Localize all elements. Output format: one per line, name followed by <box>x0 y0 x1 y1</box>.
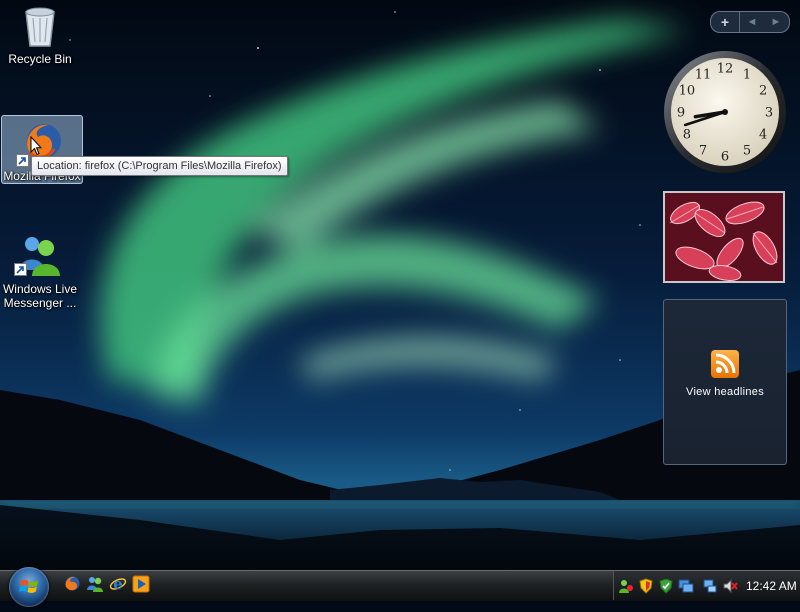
desktop-icon-label: Windows Live Messenger ... <box>2 282 78 310</box>
clock-numeral: 6 <box>721 150 729 165</box>
sidebar-controls: + ◄ ► <box>710 11 790 33</box>
clock-numeral: 11 <box>695 67 712 82</box>
clock-numeral: 8 <box>683 128 691 143</box>
messenger-status-icon[interactable] <box>618 578 634 594</box>
shortcut-arrow-icon <box>16 154 29 167</box>
start-button[interactable] <box>9 567 49 607</box>
quick-launch-internet-explorer-icon[interactable]: e <box>109 575 127 593</box>
quick-launch-messenger-icon[interactable] <box>86 575 104 593</box>
clock-numeral: 2 <box>759 84 767 99</box>
security-shield-icon[interactable] <box>638 577 654 594</box>
clock-numeral: 4 <box>759 128 767 143</box>
windows-live-messenger-icon <box>14 232 64 280</box>
quick-launch-firefox-icon[interactable] <box>63 575 81 593</box>
icon-location-tooltip: Location: firefox (C:\Program Files\Mozi… <box>31 156 288 176</box>
volume-muted-icon[interactable] <box>722 578 738 594</box>
quick-launch-toolbar: e <box>63 575 150 593</box>
windows-defender-icon[interactable] <box>658 577 674 594</box>
view-headlines-link[interactable]: View headlines <box>664 386 786 398</box>
clock-numeral: 12 <box>717 62 734 77</box>
rss-icon <box>711 350 739 378</box>
desktop-icon-recycle-bin[interactable]: Recycle Bin <box>0 2 80 66</box>
clock-numeral: 7 <box>699 144 707 159</box>
svg-text:e: e <box>113 575 123 593</box>
slideshow-photo <box>665 193 783 281</box>
quick-launch-media-player-icon[interactable] <box>132 575 150 593</box>
next-page-button[interactable]: ► <box>764 12 788 32</box>
feed-headlines-gadget[interactable]: View headlines <box>663 299 787 465</box>
previous-page-button[interactable]: ◄ <box>740 12 764 32</box>
shortcut-arrow-icon <box>14 263 27 276</box>
mouse-cursor-icon <box>30 135 43 161</box>
clock-numeral: 1 <box>743 67 751 82</box>
notification-area: 12:42 AM <box>613 571 800 600</box>
clock-numeral: 10 <box>679 84 696 99</box>
network-connection-icon[interactable] <box>702 578 718 594</box>
desktop-icon-windows-live-messenger[interactable]: Windows Live Messenger ... <box>0 232 80 310</box>
clock-numeral: 3 <box>765 106 773 121</box>
desktop-icon-label: Recycle Bin <box>8 52 72 66</box>
taskbar-clock[interactable]: 12:42 AM <box>746 579 797 593</box>
slideshow-gadget[interactable] <box>663 191 785 283</box>
clock-numeral: 9 <box>677 106 685 121</box>
network-icon[interactable] <box>678 578 694 594</box>
clock-gadget[interactable]: 1 2 3 4 5 6 7 8 9 10 11 12 <box>663 50 787 174</box>
add-gadget-button[interactable]: + <box>711 12 740 32</box>
clock-numeral: 5 <box>743 144 751 159</box>
recycle-bin-icon <box>16 2 64 50</box>
windows-logo-icon <box>19 579 38 593</box>
